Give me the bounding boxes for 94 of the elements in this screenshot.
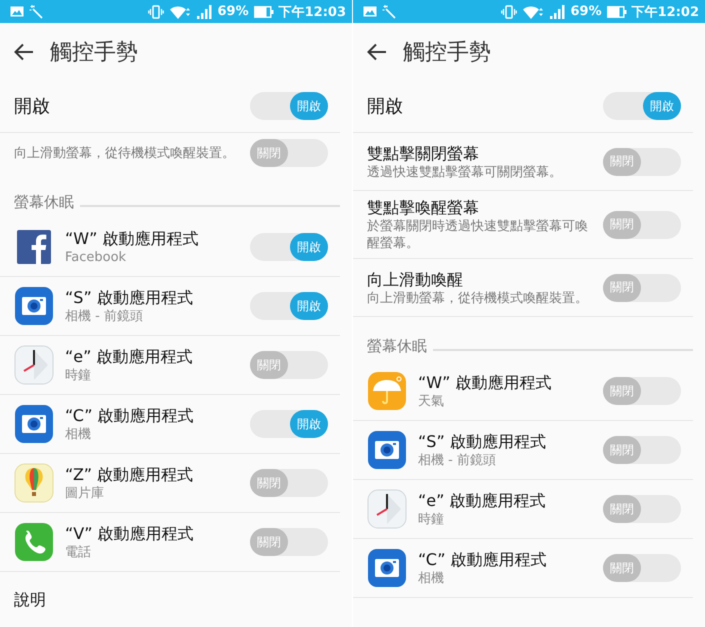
battery-percent: 69% <box>570 4 602 19</box>
toggle-switch[interactable]: 關閉 <box>603 495 681 523</box>
toggle-switch[interactable]: 開啟 <box>603 92 681 120</box>
battery-icon <box>606 6 627 18</box>
section-header: 螢幕休眠 <box>367 337 427 356</box>
app-gesture-title: “W” 啟動應用程式 <box>418 372 552 392</box>
gesture-title: 向上滑動喚醒 <box>367 268 464 290</box>
status-time: 下午12:03 <box>278 4 346 20</box>
toggle-switch[interactable]: 關閉 <box>250 139 328 167</box>
toggle-switch[interactable]: 關閉 <box>603 436 681 464</box>
app-name: 時鐘 <box>65 366 92 384</box>
vibrate-icon <box>501 4 518 18</box>
section-header: 螢幕休眠 <box>14 193 74 212</box>
toggle-knob: 關閉 <box>250 469 288 497</box>
facebook-icon <box>14 227 54 267</box>
hot-air-balloon-icon <box>14 463 54 503</box>
master-switch-label: 開啟 <box>367 95 404 118</box>
toggle-knob: 關閉 <box>603 148 641 176</box>
toggle-switch[interactable]: 開啟 <box>250 410 328 438</box>
app-gesture-title: “e” 啟動應用程式 <box>65 346 194 366</box>
gesture-description: 於螢幕關閉時透過快速雙點擊螢幕可喚醒螢幕。 <box>367 218 589 252</box>
battery-icon <box>254 6 274 18</box>
clock-icon <box>367 489 407 529</box>
toggle-knob: 關閉 <box>603 377 641 405</box>
app-gesture-title: “W” 啟動應用程式 <box>65 228 200 248</box>
screen-title: 觸控手勢 <box>50 38 138 66</box>
toggle-knob: 開啟 <box>290 292 328 320</box>
magic-wand-icon <box>29 4 43 18</box>
status-time: 下午12:02 <box>632 4 699 20</box>
app-name: 圖片庫 <box>65 484 105 502</box>
app-gesture-title: “e” 啟動應用程式 <box>418 490 547 510</box>
toggle-switch[interactable]: 開啟 <box>250 92 328 120</box>
toggle-switch[interactable]: 開啟 <box>250 292 328 320</box>
signal-icon <box>196 4 212 18</box>
toggle-knob: 關閉 <box>250 351 288 379</box>
umbrella-icon <box>367 371 407 411</box>
toggle-switch[interactable]: 關閉 <box>603 377 681 405</box>
screen-title: 觸控手勢 <box>403 38 491 66</box>
toggle-switch[interactable]: 關閉 <box>250 469 328 497</box>
app-gesture-title: “S” 啟動應用程式 <box>418 430 547 452</box>
app-name: Facebook <box>65 248 128 266</box>
battery-percent: 69% <box>217 4 249 19</box>
app-gesture-title: “C” 啟動應用程式 <box>418 548 548 570</box>
toggle-knob: 關閉 <box>250 139 288 167</box>
toggle-switch[interactable]: 關閉 <box>250 528 328 556</box>
image-icon <box>10 6 24 17</box>
toggle-knob: 關閉 <box>250 528 288 556</box>
app-name: 相機 - 前鏡頭 <box>418 452 497 470</box>
gesture-title: 雙點擊喚醒螢幕 <box>367 197 480 218</box>
toggle-knob: 開啟 <box>290 233 328 261</box>
toggle-knob: 關閉 <box>603 495 641 523</box>
toggle-switch[interactable]: 開啟 <box>250 233 328 261</box>
camera-icon <box>14 286 54 326</box>
toggle-knob: 關閉 <box>603 554 641 582</box>
app-name: 相機 - 前鏡頭 <box>65 308 144 326</box>
app-name: 天氣 <box>418 392 445 410</box>
toggle-knob: 關閉 <box>603 436 641 464</box>
signal-icon <box>549 4 566 18</box>
image-icon <box>363 6 377 17</box>
vibrate-icon <box>148 4 164 18</box>
toggle-switch[interactable]: 關閉 <box>250 351 328 379</box>
toggle-switch[interactable]: 關閉 <box>603 210 681 238</box>
phone-icon <box>14 522 54 562</box>
camera-icon <box>367 430 407 470</box>
help-link[interactable]: 說明 <box>14 590 46 610</box>
master-switch-label: 開啟 <box>14 95 51 118</box>
toggle-knob: 關閉 <box>603 210 641 238</box>
toggle-knob: 開啟 <box>290 92 328 120</box>
app-name: 電話 <box>65 544 92 562</box>
gesture-title: 雙點擊關閉螢幕 <box>367 142 480 164</box>
app-name: 相機 <box>418 570 445 588</box>
app-gesture-title: “S” 啟動應用程式 <box>65 286 194 308</box>
camera-icon <box>14 404 54 444</box>
toggle-knob: 開啟 <box>290 410 328 438</box>
gesture-description: 向上滑動螢幕，從待機模式喚醒裝置。 <box>367 290 589 306</box>
camera-icon <box>367 548 407 588</box>
back-arrow-icon[interactable] <box>14 42 34 60</box>
wifi-icon <box>169 4 192 18</box>
wifi-icon <box>522 4 544 18</box>
magic-wand-icon <box>382 4 396 18</box>
gesture-description: 透過快速雙點擊螢幕可關閉螢幕。 <box>367 164 563 180</box>
app-name: 相機 <box>65 426 92 444</box>
toggle-knob: 關閉 <box>603 274 641 302</box>
app-name: 時鐘 <box>418 510 445 528</box>
toggle-knob: 開啟 <box>643 92 681 120</box>
toggle-switch[interactable]: 關閉 <box>603 274 681 302</box>
gesture-description: 向上滑動螢幕，從待機模式喚醒裝置。 <box>14 144 236 162</box>
toggle-switch[interactable]: 關閉 <box>603 554 681 582</box>
app-gesture-title: “V” 啟動應用程式 <box>65 522 195 544</box>
back-arrow-icon[interactable] <box>367 42 387 60</box>
app-gesture-title: “C” 啟動應用程式 <box>65 404 195 426</box>
toggle-switch[interactable]: 關閉 <box>603 148 681 176</box>
clock-icon <box>14 345 54 385</box>
app-gesture-title: “Z” 啟動應用程式 <box>65 464 194 484</box>
